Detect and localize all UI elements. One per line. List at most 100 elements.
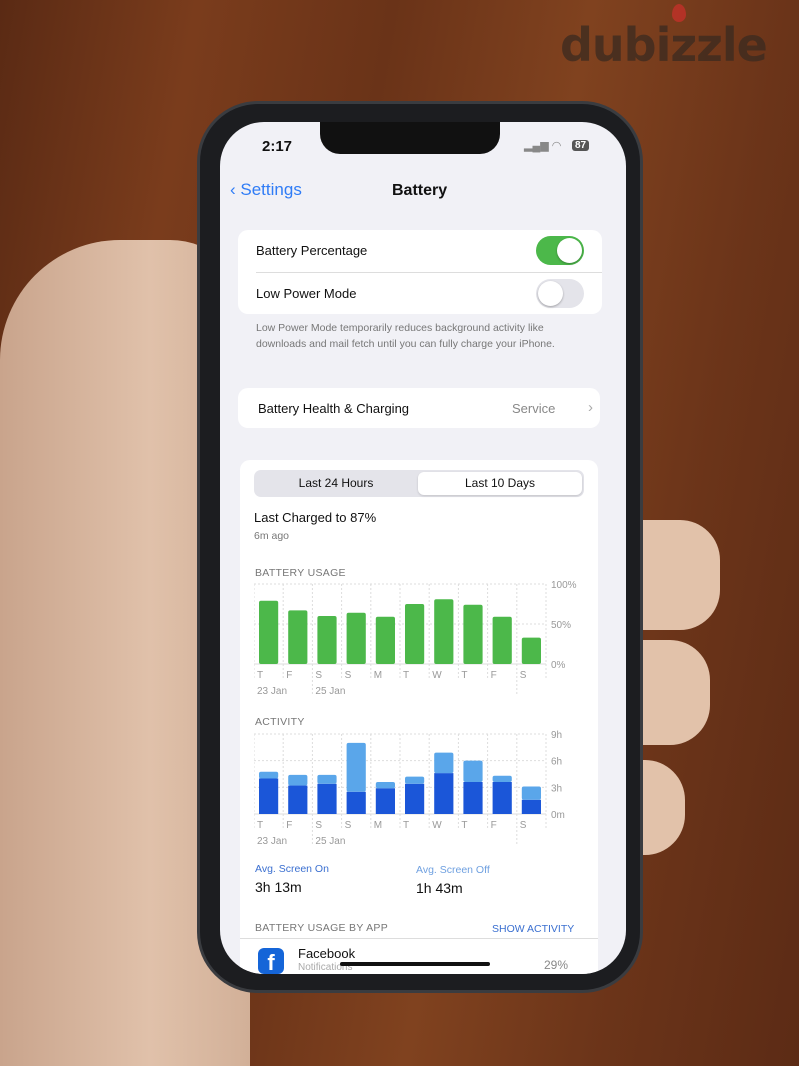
battery-health-label: Battery Health & Charging bbox=[258, 401, 410, 416]
tab-last-10-days[interactable]: Last 10 Days bbox=[418, 472, 582, 495]
bar bbox=[346, 612, 366, 664]
bar-segment bbox=[375, 788, 395, 814]
signal-wifi-icon: ▂▄▆ ◠ bbox=[524, 140, 562, 152]
y-tick-label: 0% bbox=[551, 660, 566, 671]
status-time: 2:17 bbox=[262, 138, 293, 155]
bar-segment bbox=[521, 786, 541, 800]
battery-usage-chart: 100% 50% 0% T F S S M T W T F S 23 Jan 25 Jan bbox=[254, 580, 577, 697]
y-tick-label: 9h bbox=[551, 730, 562, 741]
bar-segment bbox=[434, 752, 454, 774]
x-tick-label: T bbox=[403, 670, 409, 681]
page-title: Battery bbox=[392, 182, 448, 199]
date-label: 23 Jan bbox=[257, 836, 287, 847]
avg-screen-off-value: 1h 43m bbox=[416, 880, 463, 896]
back-button[interactable]: ‹ Settings bbox=[230, 180, 302, 200]
x-tick-label: T bbox=[461, 820, 467, 831]
usage-card: Last 24 Hours Last 10 Days Last Charged … bbox=[240, 460, 598, 974]
y-tick-label: 50% bbox=[551, 620, 571, 631]
bar bbox=[492, 616, 512, 664]
bar bbox=[375, 616, 395, 664]
x-tick-label: T bbox=[257, 820, 263, 831]
x-tick-label: M bbox=[374, 670, 382, 681]
battery-icon: 87 bbox=[572, 140, 590, 151]
date-label: 23 Jan bbox=[257, 686, 287, 697]
x-tick-label: S bbox=[345, 670, 352, 681]
back-label: Settings bbox=[240, 180, 302, 199]
bar-segment bbox=[405, 783, 425, 814]
x-tick-label: F bbox=[491, 670, 497, 681]
avg-screen-off-label: Avg. Screen Off bbox=[416, 864, 490, 876]
battery-percentage-toggle[interactable] bbox=[536, 236, 584, 265]
x-tick-label: F bbox=[286, 670, 292, 681]
divider bbox=[240, 938, 598, 939]
x-tick-label: S bbox=[315, 670, 322, 681]
show-activity-button[interactable]: SHOW ACTIVITY bbox=[492, 923, 574, 935]
x-tick-label: S bbox=[520, 670, 527, 681]
x-tick-label: F bbox=[286, 820, 292, 831]
home-indicator bbox=[340, 962, 490, 966]
chevron-left-icon: ‹ bbox=[230, 180, 241, 199]
y-tick-label: 100% bbox=[551, 580, 577, 591]
bar-segment bbox=[288, 774, 308, 786]
x-tick-label: M bbox=[374, 820, 382, 831]
bar-segment bbox=[346, 742, 366, 792]
bar-segment bbox=[259, 778, 279, 814]
bar-segment bbox=[259, 771, 279, 779]
bar-segment bbox=[492, 775, 512, 782]
activity-chart: 9h 6h 3h 0m T F S S M T W T F S 23 Jan 25 Jan bbox=[254, 730, 565, 847]
bar-segment bbox=[463, 782, 483, 814]
x-tick-label: W bbox=[432, 820, 442, 831]
x-tick-label: T bbox=[461, 670, 467, 681]
low-power-toggle[interactable] bbox=[536, 279, 584, 308]
facebook-icon: f bbox=[258, 948, 284, 974]
date-label: 25 Jan bbox=[315, 686, 345, 697]
bar bbox=[259, 600, 279, 664]
x-tick-label: S bbox=[315, 820, 322, 831]
x-tick-label: S bbox=[520, 820, 527, 831]
battery-percentage-label: Battery Percentage bbox=[256, 243, 368, 258]
toggles-group: Battery Percentage Low Power Mode bbox=[238, 230, 602, 314]
bar-segment bbox=[434, 773, 454, 814]
notch bbox=[320, 122, 500, 154]
last-charged-title: Last Charged to 87% bbox=[254, 510, 377, 525]
battery-health-row[interactable]: Battery Health & Charging Service › bbox=[238, 388, 600, 428]
last-charged-time: 6m ago bbox=[254, 530, 290, 542]
time-range-segmented-control: Last 24 Hours Last 10 Days bbox=[254, 470, 584, 497]
bar-segment bbox=[521, 799, 541, 814]
divider bbox=[256, 272, 602, 273]
phone-screen: 2:17 ▂▄▆ ◠ 87 ‹ Settings Battery Battery… bbox=[220, 122, 626, 974]
bar bbox=[463, 604, 483, 664]
app-name: Facebook bbox=[298, 946, 356, 961]
low-power-footnote: Low Power Mode temporarily reduces backg… bbox=[256, 322, 555, 350]
x-tick-label: T bbox=[257, 670, 263, 681]
bar-segment bbox=[463, 760, 483, 782]
y-tick-label: 3h bbox=[551, 783, 562, 794]
battery-usage-title: BATTERY USAGE bbox=[255, 567, 346, 579]
bar-segment bbox=[375, 782, 395, 789]
tab-last-24-hours[interactable]: Last 24 Hours bbox=[256, 472, 416, 495]
app-percentage: 29% bbox=[544, 958, 569, 972]
x-tick-label: T bbox=[403, 820, 409, 831]
avg-screen-on-label: Avg. Screen On bbox=[255, 863, 329, 875]
bar bbox=[434, 599, 454, 664]
chevron-right-icon: › bbox=[588, 399, 593, 416]
dubizzle-watermark: dubizzle bbox=[560, 4, 768, 72]
bar-segment bbox=[492, 782, 512, 814]
bar bbox=[405, 604, 425, 664]
x-tick-label: S bbox=[345, 820, 352, 831]
bar-segment bbox=[317, 783, 337, 814]
low-power-label: Low Power Mode bbox=[256, 286, 357, 301]
bar bbox=[288, 610, 308, 664]
y-tick-label: 0m bbox=[551, 810, 565, 821]
app-row-facebook[interactable]: f Facebook Notifications 29% bbox=[240, 942, 598, 974]
bar bbox=[317, 616, 337, 664]
bar-segment bbox=[317, 774, 337, 784]
bar-segment bbox=[288, 785, 308, 814]
usage-by-app-title: BATTERY USAGE BY APP bbox=[255, 922, 389, 934]
bar bbox=[521, 637, 541, 664]
x-tick-label: W bbox=[432, 670, 442, 681]
date-label: 25 Jan bbox=[315, 836, 345, 847]
bar-segment bbox=[405, 776, 425, 784]
battery-health-value: Service bbox=[512, 401, 556, 416]
x-tick-label: F bbox=[491, 820, 497, 831]
